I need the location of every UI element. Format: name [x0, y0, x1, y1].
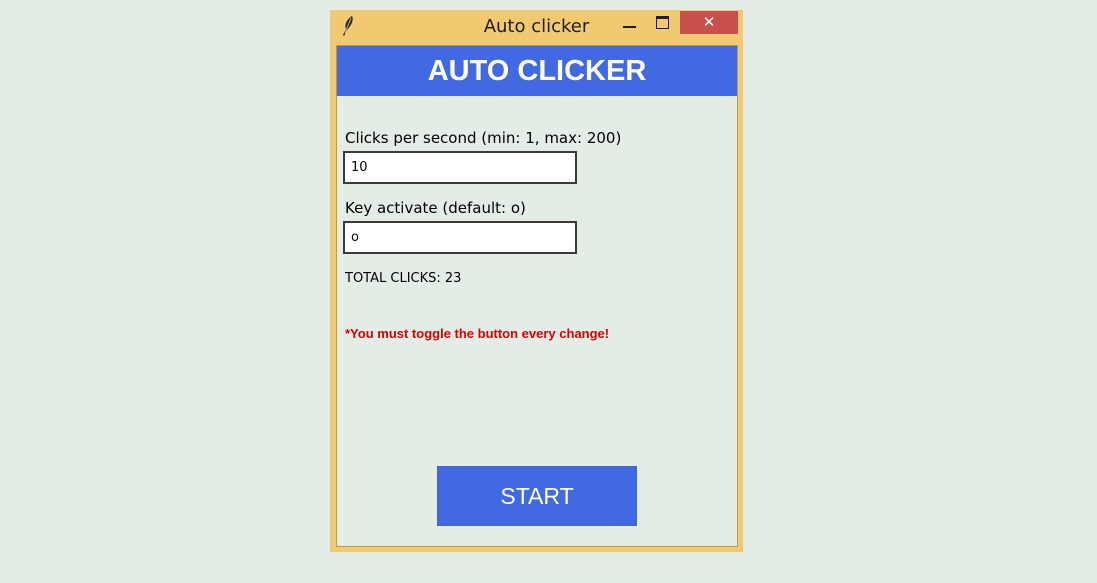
cps-input[interactable]	[343, 151, 577, 184]
app-header: AUTO CLICKER	[337, 46, 737, 96]
key-input[interactable]	[343, 221, 577, 254]
cps-label: Clicks per second (min: 1, max: 200)	[345, 129, 622, 147]
close-button[interactable]: ✕	[680, 11, 738, 34]
close-icon: ✕	[702, 13, 716, 31]
app-window: Auto clicker ✕ AUTO CLICKER Clicks per s…	[330, 10, 743, 552]
title-bar[interactable]: Auto clicker ✕	[330, 10, 743, 44]
total-clicks: TOTAL CLICKS: 23	[345, 271, 462, 286]
maximize-button[interactable]	[648, 12, 678, 38]
window-content: AUTO CLICKER Clicks per second (min: 1, …	[336, 45, 738, 547]
warning-note: *You must toggle the button every change…	[345, 326, 610, 341]
start-button[interactable]: START	[437, 466, 637, 526]
key-label: Key activate (default: o)	[345, 199, 526, 217]
minimize-button[interactable]	[614, 12, 644, 38]
